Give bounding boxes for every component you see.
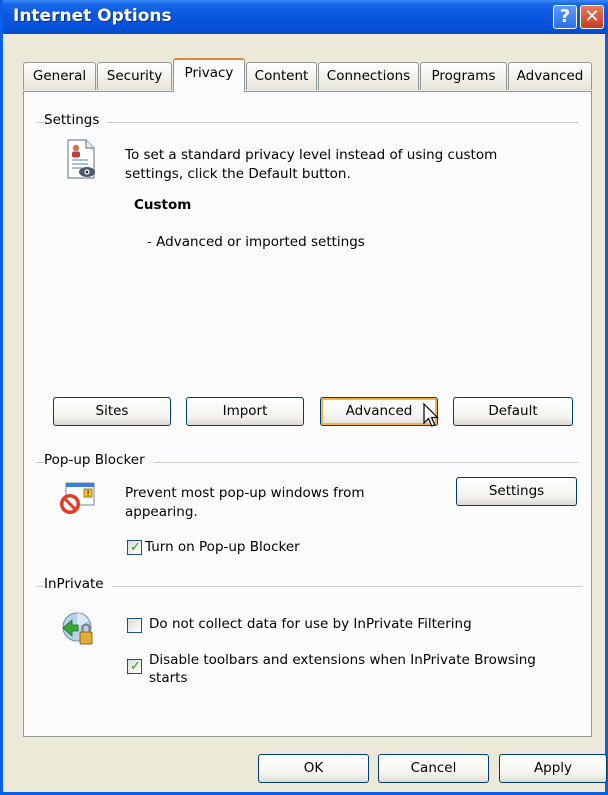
popup-settings-button[interactable]: Settings	[456, 477, 577, 506]
disable-toolbars-checkbox[interactable]: ✓	[127, 659, 142, 674]
tab-programs[interactable]: Programs	[420, 62, 507, 90]
window-title: Internet Options	[13, 6, 172, 26]
tab-security[interactable]: Security	[97, 62, 172, 90]
tab-advanced[interactable]: Advanced	[508, 62, 592, 90]
popup-blocker-group-label: Pop-up Blocker	[44, 452, 153, 468]
help-icon[interactable]: ?	[553, 5, 577, 29]
disable-toolbars-label-line1: Disable toolbars and extensions when InP…	[149, 652, 536, 668]
settings-group-label: Settings	[44, 112, 108, 128]
checkmark-icon: ✓	[130, 540, 141, 555]
popup-description-line1: Prevent most pop-up windows from	[125, 485, 365, 501]
popup-blocker-checkbox-label: Turn on Pop-up Blocker	[145, 539, 300, 555]
inprivate-filtering-label: Do not collect data for use by InPrivate…	[149, 616, 472, 632]
popup-blocker-icon: !	[58, 481, 98, 521]
svg-text:!: !	[87, 489, 90, 498]
popup-description-line2: appearing.	[125, 504, 198, 520]
import-button[interactable]: Import	[186, 397, 304, 426]
settings-description: To set a standard privacy level instead …	[125, 147, 498, 182]
inprivate-group-label: InPrivate	[44, 576, 112, 592]
ok-button[interactable]: OK	[258, 754, 369, 783]
advanced-button[interactable]: Advanced	[320, 397, 438, 426]
cancel-button[interactable]: Cancel	[378, 754, 489, 783]
popup-blocker-checkbox[interactable]: ✓	[127, 540, 142, 555]
checkmark-icon: ✓	[130, 659, 141, 674]
default-button[interactable]: Default	[453, 397, 573, 426]
inprivate-filtering-checkbox[interactable]	[127, 618, 142, 633]
apply-button[interactable]: Apply	[499, 754, 607, 783]
tab-privacy[interactable]: Privacy	[173, 58, 245, 92]
privacy-tab-panel: Settings To set a standard privacy level…	[23, 91, 592, 737]
settings-divider	[36, 122, 578, 123]
tab-connections[interactable]: Connections	[318, 62, 419, 90]
internet-options-dialog: Internet Options ? ✕ General Security Pr…	[0, 0, 608, 795]
inprivate-divider	[36, 586, 583, 587]
inprivate-icon	[60, 610, 96, 652]
sites-button[interactable]: Sites	[53, 397, 171, 426]
disable-toolbars-label-line2: starts	[149, 670, 188, 686]
privacy-document-icon	[64, 138, 98, 186]
mouse-cursor-icon	[423, 402, 439, 433]
close-icon[interactable]: ✕	[580, 5, 604, 29]
title-bar[interactable]: Internet Options ? ✕	[3, 0, 608, 34]
privacy-level-detail: - Advanced or imported settings	[147, 234, 365, 250]
tab-content[interactable]: Content	[246, 62, 317, 90]
privacy-level-name: Custom	[134, 197, 192, 213]
tab-general[interactable]: General	[23, 62, 96, 90]
